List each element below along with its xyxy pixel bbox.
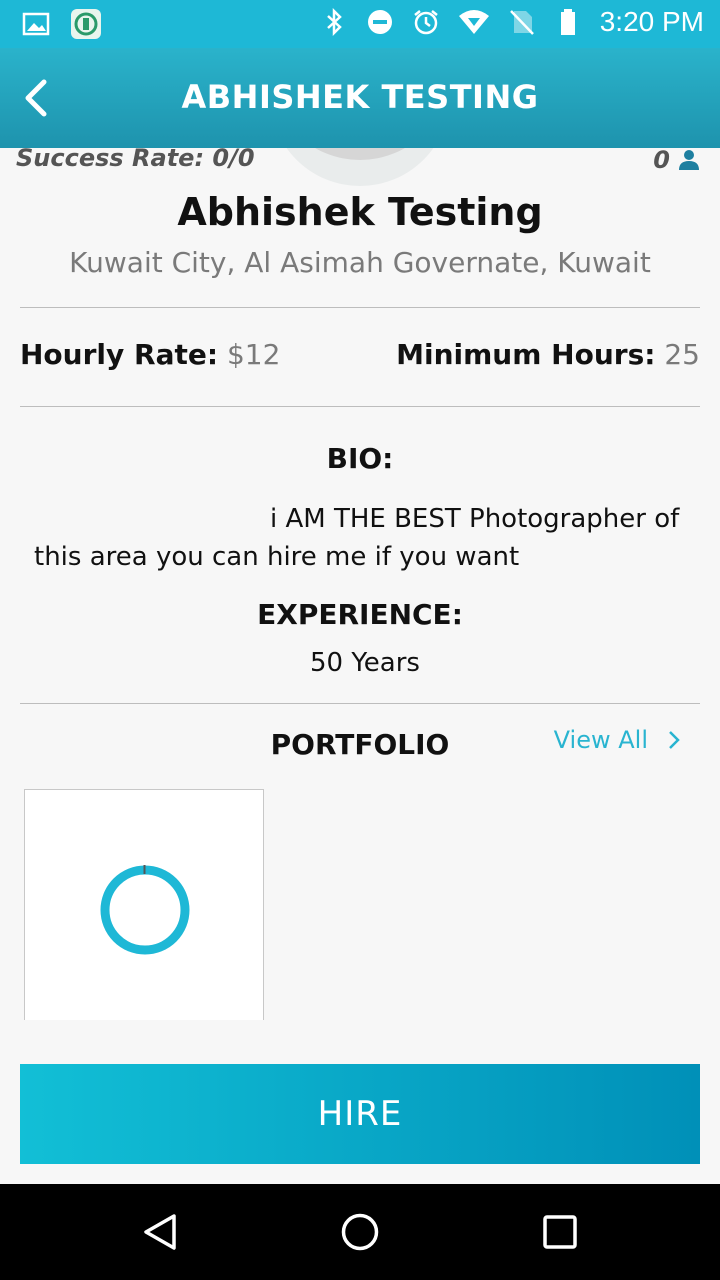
- hourly-rate: Hourly Rate: $12: [20, 338, 280, 371]
- app-bar-overlay: ABHISHEK TESTING: [0, 48, 720, 148]
- battery-icon: [560, 9, 575, 35]
- rates-row: Hourly Rate: $12 Minimum Hours: 25: [20, 338, 700, 378]
- chevron-right-icon: [669, 731, 680, 749]
- status-time: 3:20 PM: [599, 6, 704, 37]
- hourly-rate-value: $12: [226, 338, 281, 371]
- status-bar: 3:20 PM: [0, 0, 720, 48]
- alarm-icon: [413, 10, 438, 35]
- app-icon: [71, 9, 101, 39]
- bluetooth-icon: [326, 8, 342, 36]
- loading-spinner-icon: [100, 865, 190, 955]
- profile-location: Kuwait City, Al Asimah Governate, Kuwait: [69, 246, 651, 279]
- minimum-hours-value: 25: [664, 338, 700, 371]
- experience-value: 50 Years: [310, 648, 420, 678]
- divider: [20, 703, 700, 704]
- no-sim-icon: [509, 10, 534, 35]
- profile-name: Abhishek Testing: [177, 190, 543, 234]
- bio-heading: BIO:: [326, 442, 394, 475]
- user-icon: [679, 150, 699, 170]
- image-icon: [22, 12, 50, 36]
- view-all-label: View All: [553, 726, 648, 754]
- hourly-rate-label: Hourly Rate:: [20, 338, 219, 371]
- system-nav-bar: [0, 1184, 720, 1280]
- bio-text: i AM THE BEST Photographer of this area …: [34, 504, 680, 572]
- wifi-icon: [458, 10, 489, 34]
- hire-button[interactable]: HIRE: [20, 1064, 700, 1164]
- count-value: 0: [653, 146, 670, 174]
- back-nav-icon[interactable]: [140, 1212, 180, 1252]
- experience-heading: EXPERIENCE:: [257, 598, 463, 631]
- divider: [20, 406, 700, 407]
- success-rate: Success Rate: 0/0: [16, 144, 255, 172]
- view-all-link[interactable]: View All: [554, 726, 680, 754]
- followers-count: 0: [653, 146, 700, 174]
- divider: [20, 307, 700, 308]
- home-nav-icon[interactable]: [340, 1212, 380, 1252]
- recents-nav-icon[interactable]: [540, 1212, 580, 1252]
- minimum-hours: Minimum Hours: 25: [396, 338, 700, 371]
- minimum-hours-label: Minimum Hours:: [396, 338, 656, 371]
- page-title-text: ABHISHEK TESTING: [181, 78, 539, 116]
- do-not-disturb-icon: [367, 10, 392, 34]
- portfolio-item[interactable]: [24, 789, 264, 1020]
